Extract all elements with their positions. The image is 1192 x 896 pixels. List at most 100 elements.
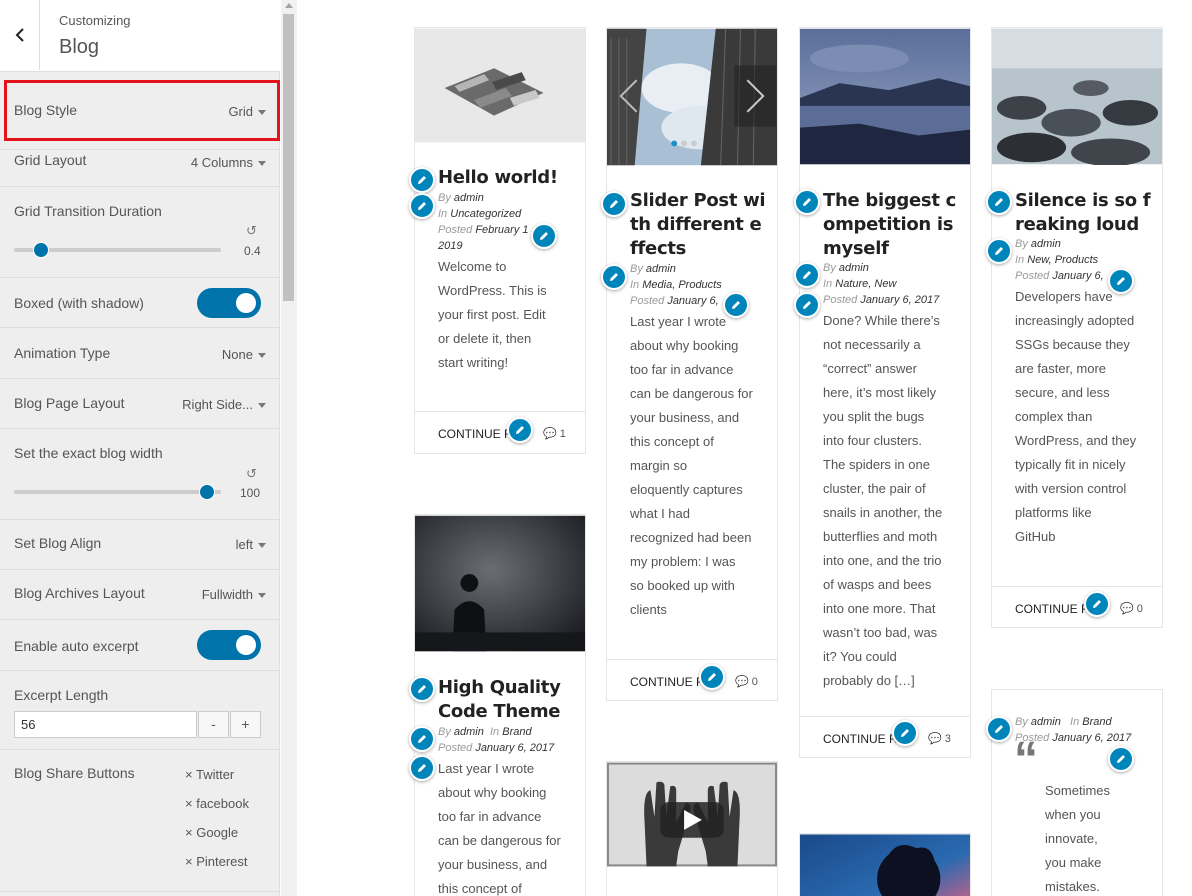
edit-shortcut-pencil-icon[interactable] bbox=[723, 292, 749, 318]
meta-categories[interactable]: Brand bbox=[502, 726, 531, 738]
edit-shortcut-pencil-icon[interactable] bbox=[601, 264, 627, 290]
post-title[interactable]: Slider Post wi th different e ffects bbox=[630, 189, 766, 261]
meta-author[interactable]: admin bbox=[454, 192, 484, 204]
post-meta: By admin In New, Products Posted January… bbox=[1015, 236, 1155, 284]
auto-excerpt-toggle[interactable] bbox=[197, 630, 261, 660]
blog-width-slider[interactable] bbox=[14, 490, 221, 494]
reset-icon[interactable]: ↺ bbox=[246, 466, 257, 482]
edit-shortcut-pencil-icon[interactable] bbox=[409, 755, 435, 781]
share-item-twitter[interactable]: × Twitter bbox=[185, 767, 234, 782]
edit-shortcut-pencil-icon[interactable] bbox=[507, 417, 533, 443]
post-title[interactable]: Hello world! bbox=[438, 166, 558, 190]
grid-layout-row: Grid Layout 4 Columns bbox=[0, 150, 280, 187]
excerpt-line: not necessarily a bbox=[823, 337, 921, 352]
post-thumbnail[interactable] bbox=[415, 28, 585, 143]
scroll-up-icon[interactable] bbox=[285, 3, 293, 8]
excerpt-line: what I had bbox=[630, 506, 690, 521]
excerpt-line: when you bbox=[1045, 807, 1101, 822]
edit-shortcut-pencil-icon[interactable] bbox=[794, 292, 820, 318]
grid-transition-row: Grid Transition Duration ↺ 0.4 bbox=[0, 187, 280, 278]
meta-author[interactable]: admin bbox=[646, 263, 676, 275]
animation-select[interactable]: None bbox=[222, 347, 266, 362]
continue-reading-link[interactable]: CONTINUE R bbox=[1015, 602, 1090, 616]
blog-align-value: left bbox=[235, 537, 253, 552]
edit-shortcut-pencil-icon[interactable] bbox=[986, 189, 1012, 215]
blog-align-select[interactable]: left bbox=[236, 537, 266, 552]
edit-shortcut-pencil-icon[interactable] bbox=[531, 223, 557, 249]
edit-shortcut-pencil-icon[interactable] bbox=[1108, 268, 1134, 294]
excerpt-line: are faster, more bbox=[1015, 361, 1107, 376]
share-item-google[interactable]: × Google bbox=[185, 825, 238, 840]
excerpt-line: it? You could bbox=[823, 649, 897, 664]
post-slider[interactable] bbox=[607, 28, 777, 166]
meta-in: In bbox=[490, 726, 500, 738]
post-thumbnail[interactable] bbox=[415, 515, 585, 652]
post-thumbnail[interactable] bbox=[800, 28, 970, 165]
edit-shortcut-pencil-icon[interactable] bbox=[986, 716, 1012, 742]
continue-reading-link[interactable]: CONTINUE R bbox=[438, 427, 513, 441]
post-title[interactable]: The biggest c ompetition is myself bbox=[823, 189, 956, 261]
archives-select[interactable]: Fullwidth bbox=[202, 587, 266, 602]
continue-reading-link[interactable]: CONTINUE R bbox=[630, 675, 705, 689]
meta-categories[interactable]: Uncategorized bbox=[450, 208, 521, 220]
post-title[interactable]: Silence is so f reaking loud bbox=[1015, 189, 1151, 237]
edit-shortcut-pencil-icon[interactable] bbox=[986, 238, 1012, 264]
excerpt-line: “correct” answer bbox=[823, 361, 917, 376]
edit-shortcut-pencil-icon[interactable] bbox=[409, 193, 435, 219]
page-layout-select[interactable]: Right Side... bbox=[182, 397, 266, 412]
chevron-left-icon bbox=[15, 28, 24, 42]
back-button[interactable] bbox=[0, 0, 40, 70]
edit-shortcut-pencil-icon[interactable] bbox=[601, 191, 627, 217]
caret-down-icon bbox=[258, 543, 266, 549]
excerpt-length-label: Excerpt Length bbox=[14, 687, 109, 703]
reset-icon[interactable]: ↺ bbox=[246, 223, 257, 239]
edit-shortcut-pencil-icon[interactable] bbox=[1108, 746, 1134, 772]
post-thumbnail[interactable] bbox=[992, 28, 1162, 165]
edit-shortcut-pencil-icon[interactable] bbox=[892, 720, 918, 746]
post-card bbox=[799, 833, 971, 896]
post-card: High Quality Code Theme By admin In Bran… bbox=[414, 514, 586, 896]
edit-shortcut-pencil-icon[interactable] bbox=[699, 664, 725, 690]
excerpt-length-input[interactable]: 56 bbox=[14, 711, 197, 738]
title-line: The biggest c bbox=[823, 190, 956, 211]
comment-count[interactable]: 💬 0 bbox=[1120, 602, 1143, 615]
meta-author[interactable]: admin bbox=[839, 262, 869, 274]
archives-row: Blog Archives Layout Fullwidth bbox=[0, 570, 280, 620]
excerpt-line: WordPress. This is bbox=[438, 283, 547, 298]
comment-count[interactable]: 💬 0 bbox=[735, 675, 758, 688]
meta-by: By bbox=[1015, 716, 1028, 728]
share-item-facebook[interactable]: × facebook bbox=[185, 796, 249, 811]
meta-categories[interactable]: Media, Products bbox=[642, 279, 721, 291]
post-thumbnail[interactable] bbox=[800, 834, 970, 896]
continue-reading-link[interactable]: CONTINUE R bbox=[823, 732, 898, 746]
edit-shortcut-pencil-icon[interactable] bbox=[409, 167, 435, 193]
meta-categories[interactable]: New, Products bbox=[1027, 254, 1098, 266]
comment-count[interactable]: 💬 3 bbox=[928, 732, 951, 745]
comment-count[interactable]: 💬 1 bbox=[543, 427, 566, 440]
meta-author[interactable]: admin bbox=[1031, 716, 1061, 728]
excerpt-line: GitHub bbox=[1015, 529, 1056, 544]
edit-shortcut-pencil-icon[interactable] bbox=[409, 726, 435, 752]
video-thumbnail[interactable] bbox=[607, 762, 777, 867]
decrement-button[interactable]: - bbox=[198, 711, 229, 738]
meta-categories[interactable]: Brand bbox=[1082, 716, 1111, 728]
edit-shortcut-pencil-icon[interactable] bbox=[1084, 591, 1110, 617]
share-item-pinterest[interactable]: × Pinterest bbox=[185, 854, 248, 869]
meta-author[interactable]: admin bbox=[454, 726, 484, 738]
excerpt-line: your first post. Edit bbox=[438, 307, 546, 322]
boxed-toggle[interactable] bbox=[197, 288, 261, 318]
meta-author[interactable]: admin bbox=[1031, 238, 1061, 250]
increment-button[interactable]: + bbox=[230, 711, 261, 738]
excerpt-line: too far in advance bbox=[630, 362, 734, 377]
post-title[interactable]: High Quality Code Theme bbox=[438, 676, 561, 724]
edit-shortcut-pencil-icon[interactable] bbox=[794, 189, 820, 215]
meta-categories[interactable]: Nature, New bbox=[835, 278, 896, 290]
animation-row: Animation Type None bbox=[0, 328, 280, 379]
slider-handle[interactable] bbox=[33, 242, 49, 258]
edit-shortcut-pencil-icon[interactable] bbox=[409, 676, 435, 702]
edit-shortcut-pencil-icon[interactable] bbox=[794, 262, 820, 288]
excerpt-line: eloquently captures bbox=[630, 482, 743, 497]
scrollbar-thumb[interactable] bbox=[283, 14, 294, 301]
slider-handle[interactable] bbox=[199, 484, 215, 500]
grid-layout-select[interactable]: 4 Columns bbox=[191, 155, 266, 170]
